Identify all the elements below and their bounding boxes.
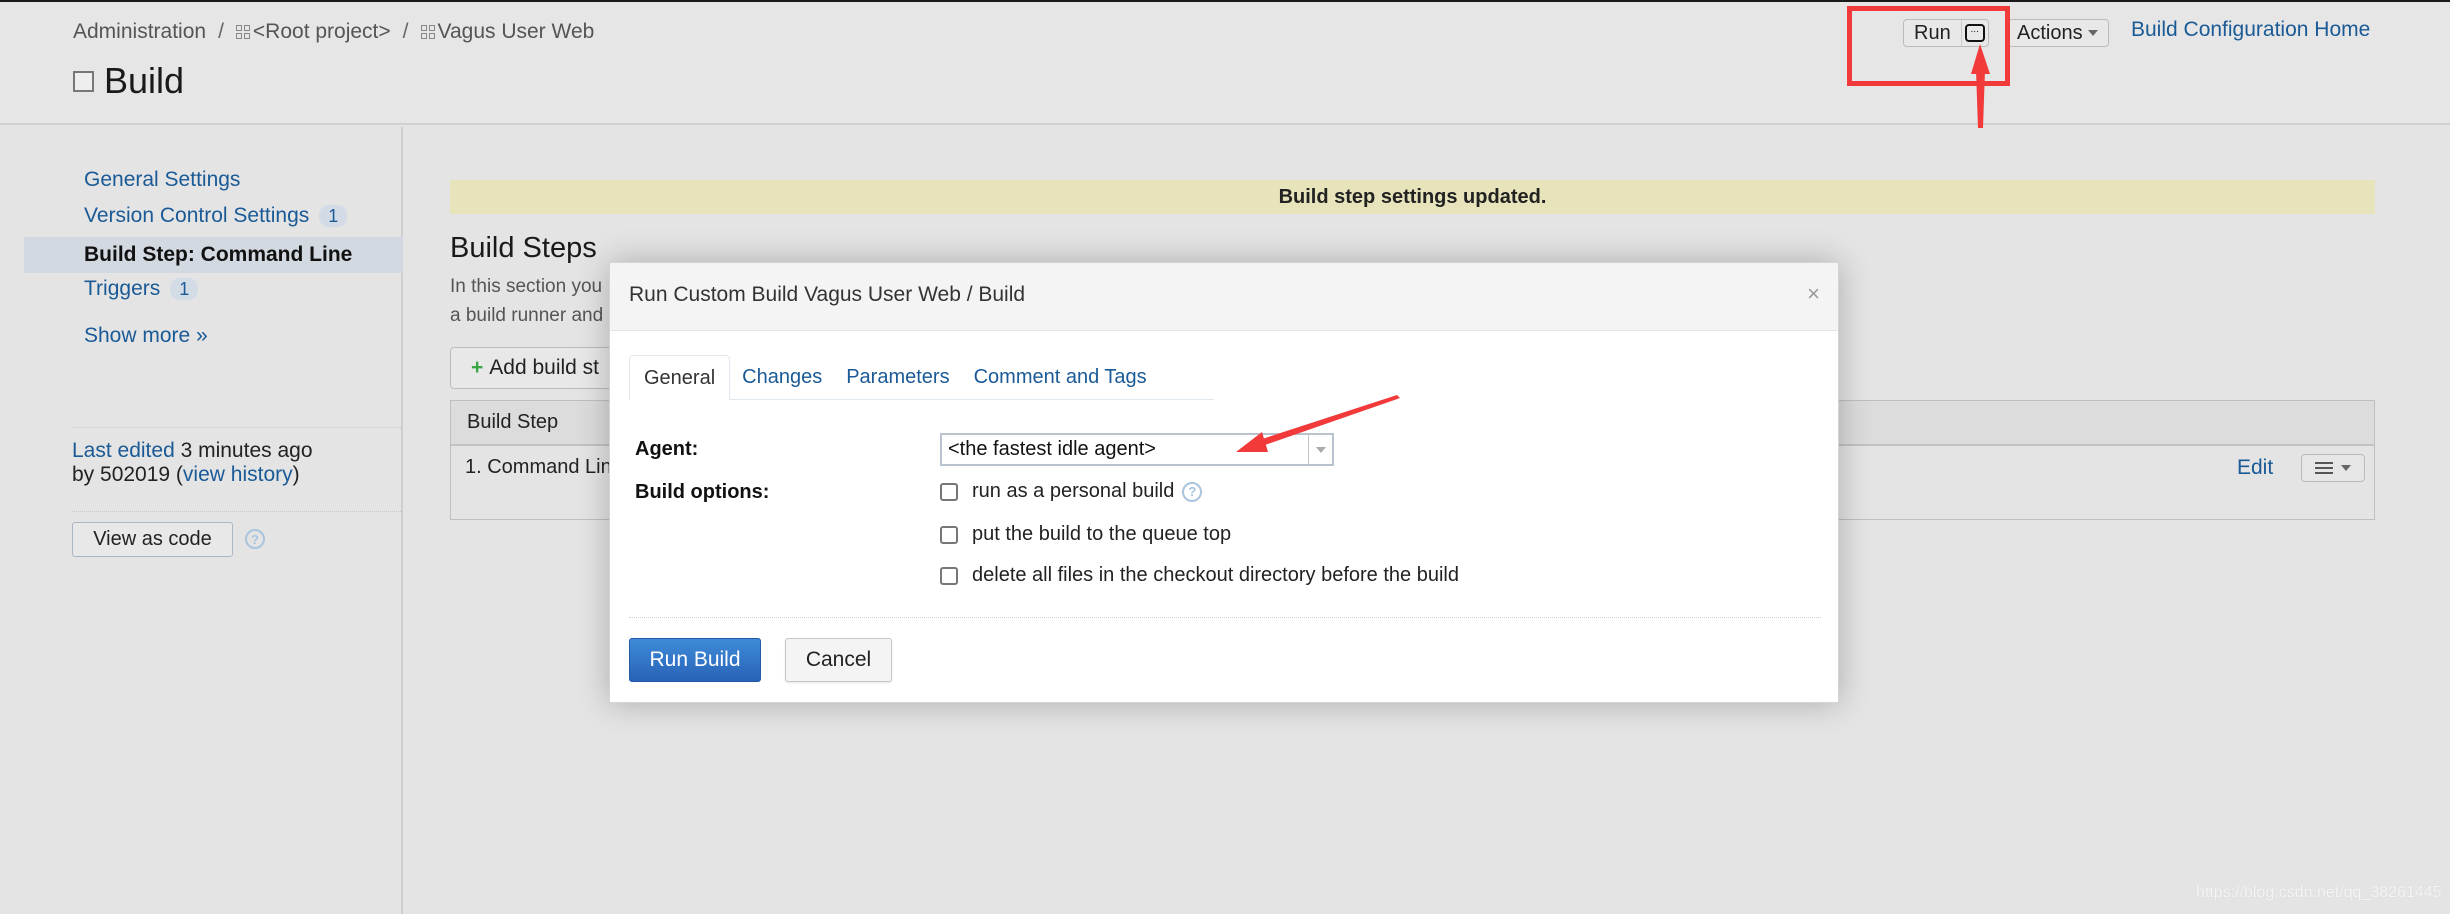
dialog-divider xyxy=(629,617,1821,618)
dialog-tabs: General Changes Parameters Comment and T… xyxy=(629,355,1214,401)
sidebar-item-label: Build Step: Command Line xyxy=(84,243,353,266)
sidebar-item-triggers[interactable]: Triggers 1 xyxy=(84,277,199,301)
option-label: put the build to the queue top xyxy=(972,523,1232,545)
agent-dropdown-toggle[interactable] xyxy=(1308,435,1332,464)
run-build-button[interactable]: Run Build xyxy=(629,638,761,682)
plus-icon: + xyxy=(471,356,484,379)
build-options-label: Build options: xyxy=(635,481,770,503)
add-build-step-label: Add build st xyxy=(489,356,600,379)
sidebar: General Settings Version Control Setting… xyxy=(0,127,403,914)
clean-checkout-checkbox[interactable] xyxy=(940,566,958,585)
last-edited-by: by 502019 ( xyxy=(72,463,183,486)
project-icon xyxy=(235,25,250,39)
sidebar-item-general-settings[interactable]: General Settings xyxy=(84,168,240,192)
chevron-down-icon xyxy=(2087,30,2098,36)
watermark: https://blog.csdn.net/qq_38261445 xyxy=(2196,884,2442,901)
sidebar-divider xyxy=(72,511,403,512)
sidebar-item-label: Triggers xyxy=(84,277,161,300)
count-badge: 1 xyxy=(319,205,348,227)
chevron-down-icon xyxy=(1315,446,1326,453)
sidebar-item-label: Version Control Settings xyxy=(84,204,310,227)
view-as-code-button[interactable]: View as code xyxy=(72,522,233,557)
build-configuration-home-link[interactable]: Build Configuration Home xyxy=(2131,18,2370,42)
sidebar-item-build-step[interactable]: Build Step: Command Line xyxy=(24,237,403,273)
tab-comment-and-tags[interactable]: Comment and Tags xyxy=(962,355,1159,399)
page-header: Administration / <Root project> / Vagus … xyxy=(0,2,2450,125)
breadcrumb-root-label: <Root project> xyxy=(252,20,391,43)
section-description: In this section you a build runner and xyxy=(450,272,603,330)
cancel-button[interactable]: Cancel xyxy=(785,638,892,682)
breadcrumb-separator: / xyxy=(218,20,224,43)
last-edited-time: 3 minutes ago xyxy=(174,439,313,462)
tab-parameters[interactable]: Parameters xyxy=(834,355,961,399)
breadcrumb-administration[interactable]: Administration xyxy=(73,20,206,44)
last-edited-link[interactable]: Last edited xyxy=(72,439,175,462)
build-config-icon xyxy=(73,70,94,92)
breadcrumb-project-label: Vagus User Web xyxy=(437,20,595,43)
option-queue-top: put the build to the queue top xyxy=(940,523,1231,546)
close-icon[interactable]: × xyxy=(1807,281,1820,307)
sidebar-item-version-control[interactable]: Version Control Settings 1 xyxy=(84,204,348,228)
option-label: delete all files in the checkout directo… xyxy=(972,564,1459,586)
build-step-name: 1. Command Lin xyxy=(465,456,612,478)
annotation-highlight-box xyxy=(1847,6,2010,86)
actions-dropdown[interactable]: Actions xyxy=(2008,19,2109,47)
row-actions-menu[interactable] xyxy=(2301,454,2365,482)
show-more-link[interactable]: Show more » xyxy=(84,324,208,348)
edit-link[interactable]: Edit xyxy=(2237,456,2273,480)
breadcrumb-root-project[interactable]: <Root project> xyxy=(235,20,391,44)
help-icon[interactable]: ? xyxy=(245,529,265,549)
description-line: a build runner and xyxy=(450,305,604,326)
page-title-text: Build xyxy=(104,60,185,101)
success-banner: Build step settings updated. xyxy=(450,180,2375,214)
breadcrumb-separator: / xyxy=(402,20,409,43)
agent-select-value: <the fastest idle agent> xyxy=(948,438,1156,460)
chevron-down-icon xyxy=(2341,465,2351,471)
run-custom-build-dialog: Run Custom Build Vagus User Web / Build … xyxy=(609,262,1839,703)
page-title: Build xyxy=(73,60,184,102)
tab-general[interactable]: General xyxy=(629,355,731,401)
sidebar-divider xyxy=(72,427,403,428)
breadcrumb-vagus-user-web[interactable]: Vagus User Web xyxy=(420,20,595,44)
show-more-label: Show more » xyxy=(84,324,208,347)
add-build-step-button[interactable]: + Add build st xyxy=(450,347,621,389)
project-icon xyxy=(420,25,435,39)
actions-label: Actions xyxy=(2017,22,2083,44)
option-label: run as a personal build xyxy=(972,480,1175,502)
agent-label: Agent: xyxy=(635,438,699,460)
close-paren: ) xyxy=(292,463,300,486)
help-icon[interactable]: ? xyxy=(1182,481,1203,502)
list-icon xyxy=(2315,462,2333,474)
tab-changes[interactable]: Changes xyxy=(730,355,834,399)
dialog-header: Run Custom Build Vagus User Web / Build … xyxy=(610,263,1838,331)
breadcrumb: Administration / <Root project> / Vagus … xyxy=(73,20,594,44)
last-edited-info: Last edited 3 minutes ago by 502019 (vie… xyxy=(72,439,313,487)
view-history-link[interactable]: view history xyxy=(183,463,293,486)
agent-select[interactable]: <the fastest idle agent> xyxy=(940,433,1334,466)
option-personal-build: run as a personal build ? xyxy=(940,480,1203,503)
count-badge: 1 xyxy=(170,278,199,300)
queue-top-checkbox[interactable] xyxy=(940,525,958,544)
description-line: In this section you xyxy=(450,276,603,297)
option-clean-checkout: delete all files in the checkout directo… xyxy=(940,564,1459,587)
sidebar-item-label: General Settings xyxy=(84,168,241,191)
section-title: Build Steps xyxy=(450,232,597,264)
personal-build-checkbox[interactable] xyxy=(940,482,958,501)
dialog-title: Run Custom Build Vagus User Web / Build xyxy=(629,283,1026,306)
